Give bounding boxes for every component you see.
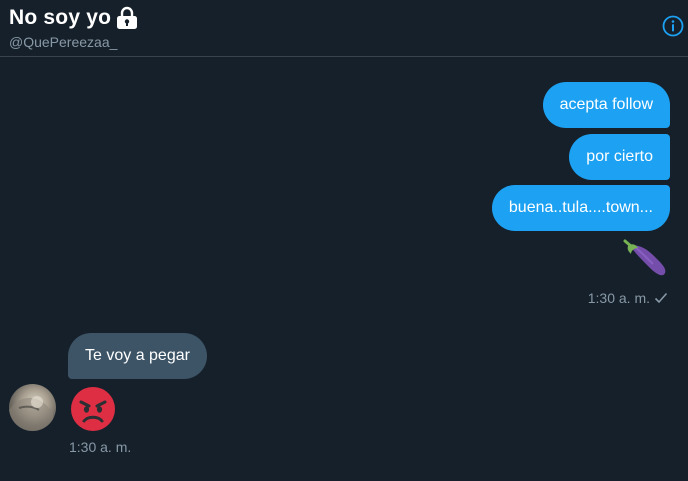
eggplant-emoji[interactable] [622, 238, 668, 284]
conversation-title[interactable]: No soy yo [9, 6, 111, 30]
lock-icon [114, 6, 140, 30]
user-handle[interactable]: @QuePereezaa_ [9, 34, 117, 50]
received-timestamp: 1:30 a. m. [69, 439, 132, 455]
conversation-header: No soy yo @QuePereezaa_ [0, 0, 688, 57]
angry-face-emoji[interactable] [70, 386, 116, 432]
info-icon[interactable] [662, 15, 684, 37]
sent-timestamp: 1:30 a. m. [588, 290, 668, 306]
avatar[interactable] [9, 384, 56, 431]
sent-message[interactable]: por cierto [569, 134, 670, 180]
sent-message[interactable]: acepta follow [542, 82, 670, 128]
title-row: No soy yo [9, 6, 140, 30]
check-icon [654, 291, 668, 305]
sent-message[interactable]: buena..tula....town... [491, 185, 670, 231]
received-message[interactable]: Te voy a pegar [68, 333, 207, 379]
sent-time-label: 1:30 a. m. [587, 290, 650, 306]
